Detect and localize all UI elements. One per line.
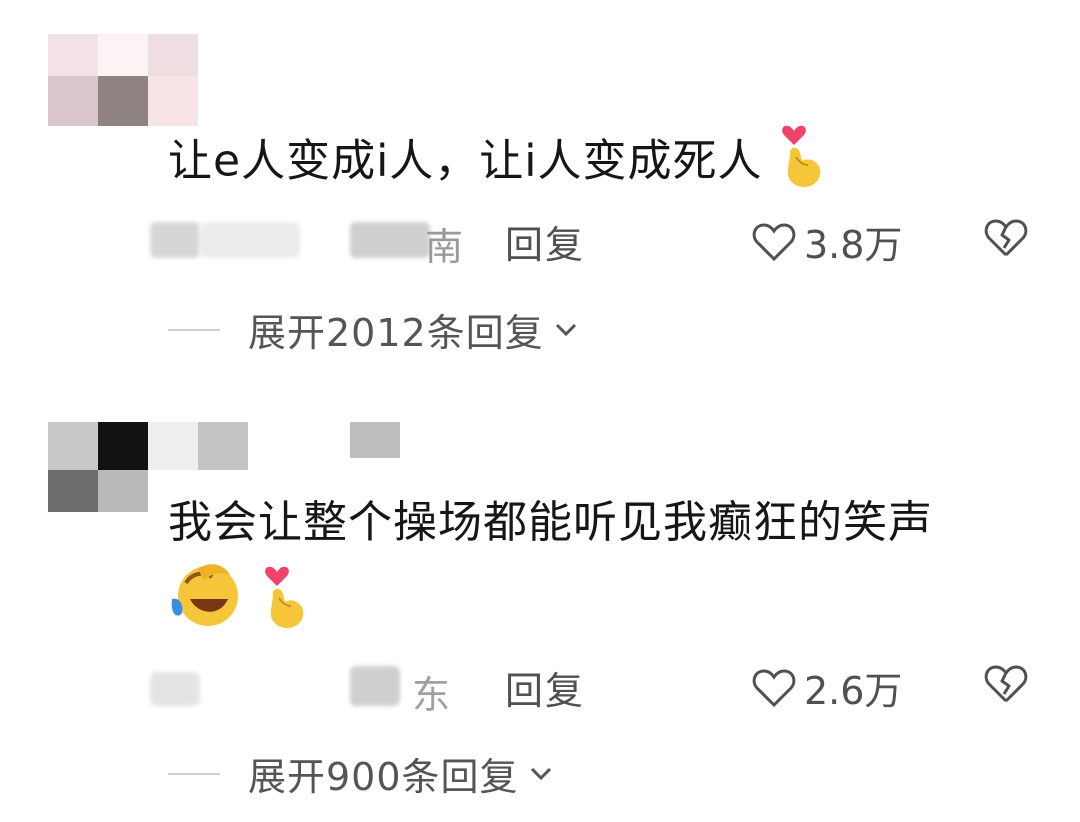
reply-button[interactable]: 回复 bbox=[505, 214, 585, 269]
location-blurred bbox=[350, 666, 400, 706]
like-count: 2.6万 bbox=[804, 669, 903, 713]
finger-heart-emoji bbox=[261, 558, 311, 651]
comment-item: 东 我会让整个操场都能听见我癫狂的笑声 回复 2.6万 展开900条回复 bbox=[0, 410, 1080, 822]
heart-outline-icon bbox=[752, 222, 796, 261]
chevron-down-icon bbox=[530, 767, 551, 780]
reply-button[interactable]: 回复 bbox=[505, 660, 585, 715]
divider-dash bbox=[168, 772, 220, 775]
location-fragment: 东 bbox=[412, 673, 453, 717]
finger-heart-emoji bbox=[778, 117, 828, 210]
broken-heart-icon bbox=[984, 665, 1028, 703]
divider-dash bbox=[168, 328, 220, 331]
comment-text: 让e人变成i人，让i人变成死人 bbox=[168, 117, 1020, 210]
expand-replies[interactable]: 展开2012条回复 bbox=[168, 302, 580, 357]
username-blurred bbox=[150, 222, 200, 258]
like-button[interactable]: 2.6万 bbox=[752, 660, 902, 715]
like-button[interactable]: 3.8万 bbox=[752, 214, 902, 269]
location-fragment: 南 bbox=[425, 225, 466, 269]
dislike-button[interactable] bbox=[984, 218, 1028, 262]
expand-replies-label: 展开2012条回复 bbox=[248, 311, 544, 355]
expand-replies-label: 展开900条回复 bbox=[248, 755, 519, 799]
location-blurred bbox=[350, 222, 430, 258]
heart-outline-icon bbox=[752, 668, 796, 707]
chevron-down-icon bbox=[555, 323, 576, 336]
rolling-laughing-emoji bbox=[168, 559, 246, 650]
comment-text-content: 让e人变成i人，让i人变成死人 bbox=[168, 135, 763, 187]
avatar[interactable] bbox=[48, 34, 198, 126]
date-blurred bbox=[200, 222, 300, 258]
like-count: 3.8万 bbox=[804, 223, 903, 267]
expand-replies[interactable]: 展开900条回复 bbox=[168, 746, 555, 801]
comment-item: 南 让e人变成i人，让i人变成死人 回复 3.8万 展开2012条回复 bbox=[0, 0, 1080, 400]
broken-heart-icon bbox=[984, 219, 1028, 257]
dislike-button[interactable] bbox=[984, 664, 1028, 708]
comment-text: 我会让整个操场都能听见我癫狂的笑声 bbox=[168, 488, 1020, 651]
comment-text-content: 我会让整个操场都能听见我癫狂的笑声 bbox=[168, 497, 933, 548]
username-blurred bbox=[150, 672, 200, 706]
username-blurred bbox=[350, 422, 400, 458]
